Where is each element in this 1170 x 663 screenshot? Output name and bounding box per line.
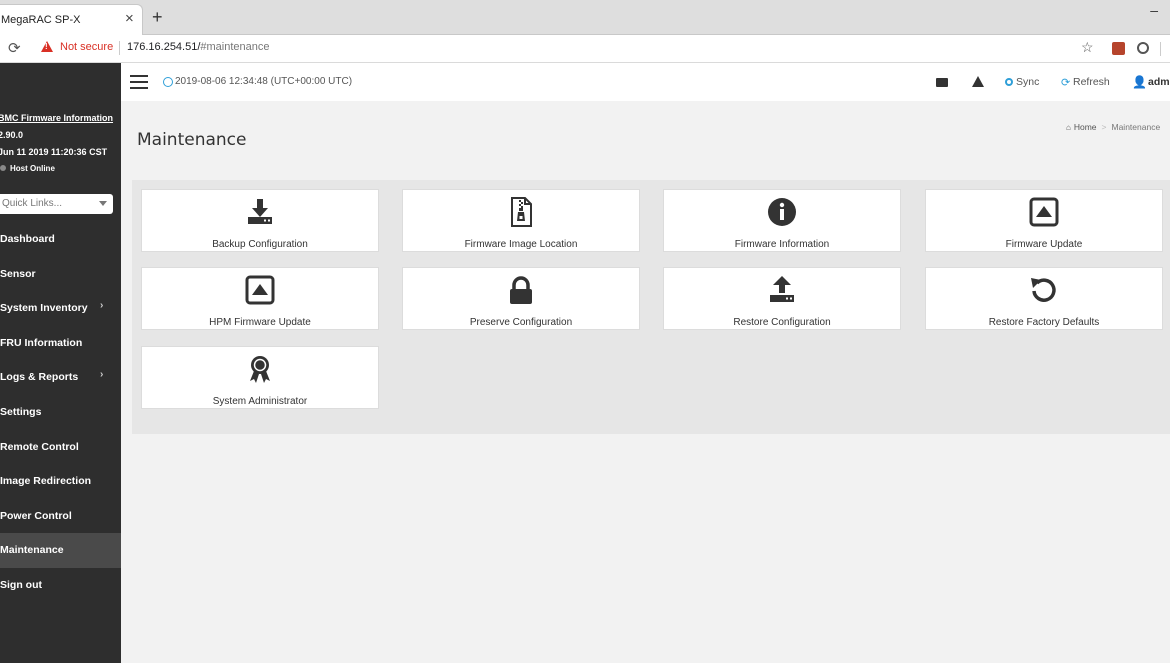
sidebar-item-label: Remote Control (0, 440, 79, 453)
info-icon (768, 198, 796, 226)
card-label: HPM Firmware Update (209, 317, 311, 328)
zip-file-icon (511, 197, 532, 227)
fw-date: Jun 11 2019 11:20:36 CST (0, 147, 108, 157)
sidebar-item-label: Logs & Reports (0, 371, 79, 384)
caret-down-icon (99, 201, 107, 206)
sidebar-nav: Dashboard Sensor System Inventory › FRU I… (0, 222, 121, 603)
envelope-icon[interactable] (936, 78, 948, 87)
url-field[interactable]: 176.16.254.51/#maintenance (127, 41, 270, 53)
extension-circle-icon[interactable] (1137, 42, 1149, 54)
sidebar-item-label: Dashboard (0, 233, 55, 245)
warning-icon[interactable] (41, 41, 53, 52)
sidebar-item-label: Image Redirection (0, 475, 92, 488)
hamburger-menu-icon[interactable] (130, 75, 148, 89)
card-label: Backup Configuration (212, 239, 308, 250)
breadcrumb-home[interactable]: Home (1074, 122, 1097, 132)
card-system-administrator[interactable]: System Administrator (141, 346, 379, 409)
sidebar: BMC Firmware Information 2.90.0 Jun 11 2… (0, 63, 121, 663)
bookmark-star-icon[interactable]: ☆ (1081, 39, 1094, 56)
card-label: Firmware Update (1005, 239, 1083, 250)
chevron-right-icon: › (100, 300, 104, 312)
url-host: 176.16.254.51/ (127, 41, 201, 53)
new-tab-button[interactable]: + (152, 8, 163, 26)
upload-icon (770, 276, 794, 302)
pdf-extension-icon[interactable] (1112, 42, 1125, 55)
host-status-icon (0, 165, 6, 171)
chevron-right-icon: › (100, 369, 104, 381)
sidebar-item-fru-information[interactable]: FRU Information (0, 326, 121, 361)
sidebar-item-power-control[interactable]: Power Control (0, 499, 121, 534)
tab-close-icon[interactable]: × (125, 10, 134, 27)
upload-box-icon (1029, 197, 1059, 227)
header-datetime: 2019-08-06 12:34:48 (UTC+00:00 UTC) (175, 76, 353, 87)
card-preserve-configuration[interactable]: Preserve Configuration (402, 267, 640, 330)
tab-title: MegaRAC SP-X (1, 14, 81, 26)
card-firmware-update[interactable]: Firmware Update (925, 189, 1163, 252)
card-label: Restore Configuration (733, 317, 831, 328)
sidebar-item-label: System Inventory (0, 302, 88, 315)
breadcrumb-current: Maintenance (1111, 122, 1161, 132)
sidebar-item-label: Maintenance (0, 544, 64, 557)
card-backup-configuration[interactable]: Backup Configuration (141, 189, 379, 252)
upload-box-icon (245, 275, 275, 305)
card-restore-configuration[interactable]: Restore Configuration (663, 267, 901, 330)
sidebar-item-dashboard[interactable]: Dashboard (0, 222, 121, 257)
fw-info-link[interactable]: BMC Firmware Information (0, 113, 113, 123)
host-status-label: Host Online (10, 164, 55, 173)
sidebar-item-label: FRU Information (0, 336, 83, 349)
card-firmware-image-location[interactable]: Firmware Image Location (402, 189, 640, 252)
minimize-button[interactable]: – (1150, 2, 1158, 18)
sidebar-item-settings[interactable]: Settings (0, 395, 121, 430)
sidebar-item-label: Power Control (0, 509, 72, 522)
award-icon (250, 356, 270, 383)
card-label: Restore Factory Defaults (988, 317, 1100, 328)
fw-version: 2.90.0 (0, 130, 24, 140)
quick-links-select[interactable]: Quick Links... (0, 194, 113, 214)
sync-icon[interactable] (1005, 78, 1013, 86)
alert-icon[interactable] (972, 76, 984, 87)
refresh-button[interactable]: Refresh (1073, 76, 1110, 88)
clock-icon (163, 77, 173, 87)
sidebar-item-sensor[interactable]: Sensor (0, 257, 121, 292)
card-label: Firmware Information (734, 239, 830, 250)
download-icon (248, 199, 272, 224)
card-hpm-firmware-update[interactable]: HPM Firmware Update (141, 267, 379, 330)
browser-tab[interactable]: MegaRAC SP-X × (0, 4, 143, 35)
sidebar-item-label: Sign out (0, 578, 42, 591)
browser-tabstrip: MegaRAC SP-X × + – (0, 0, 1170, 35)
card-restore-factory-defaults[interactable]: Restore Factory Defaults (925, 267, 1163, 330)
url-path: #maintenance (200, 41, 270, 53)
card-label: Preserve Configuration (469, 317, 573, 328)
lock-icon (510, 276, 532, 304)
sidebar-item-label: Settings (0, 405, 42, 418)
sync-button[interactable]: Sync (1016, 76, 1039, 88)
toolbar-divider (1160, 42, 1161, 56)
sidebar-item-label: Sensor (0, 267, 36, 280)
card-label: Firmware Image Location (464, 239, 578, 250)
sidebar-item-image-redirection[interactable]: Image Redirection (0, 464, 121, 499)
breadcrumb-divider: > (1101, 122, 1107, 132)
address-bar: ⟳ Not secure 176.16.254.51/#maintenance … (0, 35, 1170, 63)
card-firmware-information[interactable]: Firmware Information (663, 189, 901, 252)
user-menu[interactable]: admin (1148, 76, 1170, 88)
sidebar-item-logs-reports[interactable]: Logs & Reports › (0, 360, 121, 395)
not-secure-label[interactable]: Not secure (60, 41, 113, 53)
maintenance-panel: Backup Configuration Firmware Image Loca… (132, 180, 1170, 434)
top-header: 2019-08-06 12:34:48 (UTC+00:00 UTC) Sync… (121, 63, 1170, 101)
refresh-icon[interactable]: ⟳ (1061, 76, 1070, 89)
quick-links-placeholder: Quick Links... (2, 198, 63, 209)
card-label: System Administrator (212, 396, 308, 407)
sidebar-item-maintenance[interactable]: Maintenance (0, 533, 121, 568)
home-icon[interactable]: ⌂ (1066, 123, 1071, 132)
reload-icon[interactable]: ⟳ (8, 39, 21, 57)
address-divider (119, 41, 120, 55)
sidebar-item-system-inventory[interactable]: System Inventory › (0, 291, 121, 326)
undo-icon (1031, 278, 1056, 302)
user-icon[interactable]: 👤 (1132, 75, 1147, 89)
breadcrumb: ⌂ Home > Maintenance (1066, 122, 1160, 132)
sidebar-item-remote-control[interactable]: Remote Control (0, 430, 121, 465)
sidebar-item-sign-out[interactable]: Sign out (0, 568, 121, 603)
page-title: Maintenance (137, 130, 247, 150)
